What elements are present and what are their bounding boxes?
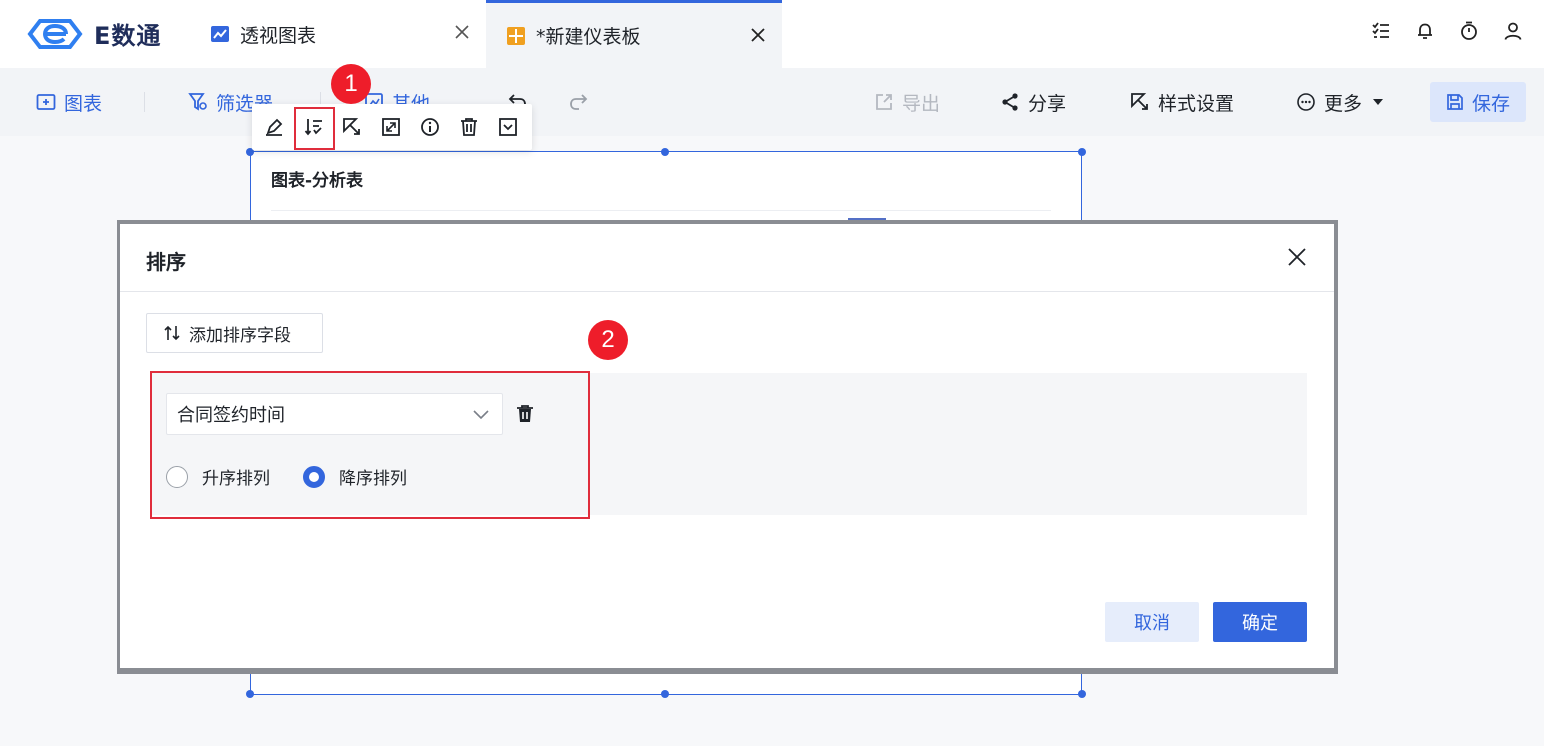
chart-label: 图表 xyxy=(64,92,103,115)
add-chart-button[interactable]: 图表 xyxy=(36,88,102,116)
style-label: 样式设置 xyxy=(1158,92,1235,115)
dialog-divider xyxy=(120,291,1334,292)
style-icon xyxy=(1130,92,1150,112)
cancel-button[interactable]: 取消 xyxy=(1105,602,1199,642)
chart-gridline xyxy=(271,210,1051,211)
edit-icon[interactable] xyxy=(264,117,284,137)
sort-rule-highlight xyxy=(150,371,590,519)
filter-icon xyxy=(188,92,208,112)
resize-handle[interactable] xyxy=(246,690,254,698)
more-label: 更多 xyxy=(1324,92,1363,115)
redo-icon xyxy=(568,92,588,112)
resize-handle[interactable] xyxy=(1078,690,1086,698)
style-settings-button[interactable]: 样式设置 xyxy=(1130,88,1234,116)
collapse-icon[interactable] xyxy=(498,117,518,137)
sort-icon-highlight xyxy=(294,107,335,150)
toolbar: 图表 筛选器 其他 导出 分享 xyxy=(0,68,1544,136)
sort-arrows-icon xyxy=(163,324,181,342)
logo-mark-icon xyxy=(27,18,83,49)
app-logo[interactable]: E数通 xyxy=(26,16,161,51)
logo-text: E数通 xyxy=(94,22,162,50)
close-icon[interactable] xyxy=(452,22,472,42)
info-icon[interactable] xyxy=(420,117,440,137)
save-label: 保存 xyxy=(1471,92,1510,115)
export-icon xyxy=(874,92,894,112)
chart-icon xyxy=(210,24,230,44)
tab-new-dashboard[interactable]: *新建仪表板 xyxy=(486,0,782,68)
add-chart-icon xyxy=(36,92,56,112)
confirm-button[interactable]: 确定 xyxy=(1213,602,1307,642)
top-icons xyxy=(1370,20,1524,42)
redo-button[interactable] xyxy=(568,88,596,116)
step-badge-1: 1 xyxy=(331,64,371,104)
more-button[interactable]: 更多 xyxy=(1296,88,1384,116)
close-icon[interactable] xyxy=(748,25,768,45)
add-sort-field-label: 添加排序字段 xyxy=(189,325,291,346)
more-icon xyxy=(1296,92,1316,112)
sort-dialog: 排序 添加排序字段 合同签约时间 升序排列 降序排列 2 取消 确定 xyxy=(120,224,1334,668)
delete-icon[interactable] xyxy=(459,117,479,137)
close-icon[interactable] xyxy=(1286,246,1308,268)
tab-label: *新建仪表板 xyxy=(536,26,641,48)
user-icon[interactable] xyxy=(1502,20,1524,42)
caret-down-icon xyxy=(1372,98,1384,106)
save-button[interactable]: 保存 xyxy=(1430,82,1526,122)
expand-icon[interactable] xyxy=(381,117,401,137)
share-label: 分享 xyxy=(1028,92,1067,115)
dashboard-icon xyxy=(506,26,526,46)
top-bar: E数通 透视图表 *新建仪表板 xyxy=(0,0,1544,68)
add-sort-field-button[interactable]: 添加排序字段 xyxy=(146,313,323,353)
style-icon[interactable] xyxy=(342,117,362,137)
resize-handle[interactable] xyxy=(661,690,669,698)
task-list-icon[interactable] xyxy=(1370,20,1392,42)
export-label: 导出 xyxy=(902,92,941,115)
bell-icon[interactable] xyxy=(1414,20,1436,42)
toolbar-divider xyxy=(144,92,145,112)
tab-pivot-chart[interactable]: 透视图表 xyxy=(196,0,486,68)
resize-handle[interactable] xyxy=(1078,148,1086,156)
share-button[interactable]: 分享 xyxy=(1000,88,1066,116)
widget-title: 图表-分析表 xyxy=(271,171,364,191)
step-badge-2: 2 xyxy=(588,320,628,360)
timer-icon[interactable] xyxy=(1458,20,1480,42)
export-button[interactable]: 导出 xyxy=(874,88,940,116)
resize-handle[interactable] xyxy=(661,148,669,156)
save-icon xyxy=(1446,93,1464,111)
share-icon xyxy=(1000,92,1020,112)
tab-label: 透视图表 xyxy=(240,24,317,47)
dialog-title: 排序 xyxy=(146,250,186,274)
